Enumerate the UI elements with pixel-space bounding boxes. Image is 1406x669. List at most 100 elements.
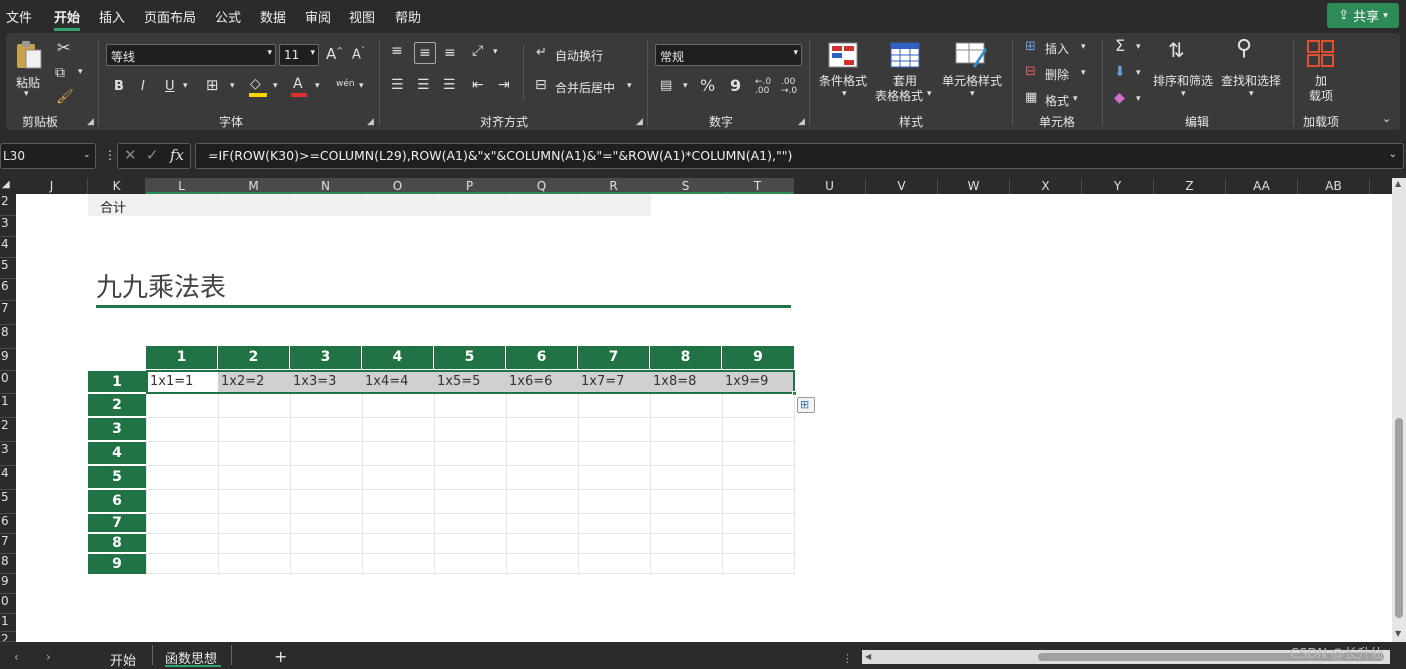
column-header[interactable]: T (722, 178, 794, 194)
column-header[interactable]: L (146, 178, 218, 194)
column-header[interactable]: K (88, 178, 146, 194)
phonetic-icon[interactable]: wén (336, 80, 355, 89)
insert-function-button[interactable]: fx (170, 148, 184, 163)
column-header[interactable]: AB (1298, 178, 1370, 194)
font-color-icon[interactable]: A (293, 77, 303, 91)
find-select-button[interactable]: 查找和选择 (1221, 72, 1281, 89)
column-header[interactable]: W (938, 178, 1010, 194)
orientation-icon[interactable]: ⤢ (472, 44, 483, 58)
increase-indent-icon[interactable]: ⇥ (498, 78, 510, 92)
dialog-launcher-icon[interactable]: ◢ (798, 117, 805, 127)
menu-insert[interactable]: 插入 (99, 7, 125, 26)
border-icon[interactable]: ⊞ (206, 78, 219, 93)
chevron-down-icon[interactable]: ▾ (1249, 90, 1254, 99)
menu-page-layout[interactable]: 页面布局 (144, 7, 196, 26)
chevron-down-icon[interactable]: ▾ (1073, 95, 1078, 104)
add-sheet-button[interactable]: + (274, 647, 287, 666)
merge-center-button[interactable]: 合并后居中 (555, 79, 615, 96)
sheet-tab[interactable]: 开始 (110, 650, 136, 669)
sort-filter-button[interactable]: 排序和筛选 (1153, 72, 1213, 89)
quick-analysis-button[interactable]: ⊞ (797, 397, 815, 413)
menu-review[interactable]: 审阅 (305, 7, 331, 26)
underline-button[interactable]: U (165, 80, 175, 93)
table-col-header[interactable]: 5 (434, 346, 506, 369)
table-col-header[interactable]: 3 (290, 346, 362, 369)
vertical-scroll-thumb[interactable] (1395, 418, 1403, 618)
chevron-down-icon[interactable]: ▾ (627, 82, 632, 91)
table-col-header[interactable]: 9 (722, 346, 794, 369)
column-header[interactable]: V (866, 178, 938, 194)
addins-button[interactable]: 载项 (1309, 87, 1333, 104)
column-header[interactable]: X (1010, 178, 1082, 194)
accounting-format-icon[interactable]: ▤ (660, 79, 672, 92)
table-cell[interactable]: 1x7=7 (581, 372, 651, 392)
increase-font-icon[interactable]: A^ (326, 47, 343, 62)
chevron-down-icon[interactable]: ▾ (1081, 69, 1086, 78)
row-header[interactable]: 4 (0, 466, 16, 490)
number-format-select[interactable]: 常规 ▾ (655, 44, 802, 66)
column-header[interactable]: N (290, 178, 362, 194)
chevron-down-icon[interactable]: ▾ (842, 90, 847, 99)
more-options-icon[interactable]: ⋮ (842, 653, 853, 664)
table-col-header[interactable]: 8 (650, 346, 722, 369)
column-header[interactable]: M (218, 178, 290, 194)
format-cells-button[interactable]: 格式 (1045, 92, 1069, 109)
table-col-header[interactable]: 2 (218, 346, 290, 369)
table-row-header[interactable]: 8 (88, 534, 146, 553)
row-header[interactable]: 8 (0, 554, 16, 574)
row-header[interactable]: 9 (0, 349, 16, 371)
row-header[interactable]: 6 (0, 514, 16, 534)
font-name-select[interactable]: 等线 ▾ (106, 44, 276, 66)
italic-button[interactable]: I (141, 80, 145, 93)
worksheet-grid[interactable]: 合计 九九乘法表 1 2 3 4 5 6 7 8 9 1 2 3 4 5 6 7… (16, 194, 1392, 642)
select-all-icon[interactable]: ◢ (2, 180, 10, 190)
column-header[interactable]: R (578, 178, 650, 194)
table-row-header[interactable]: 5 (88, 466, 146, 489)
align-left-icon[interactable]: ☰ (391, 78, 404, 92)
menu-view[interactable]: 视图 (349, 7, 375, 26)
table-col-header[interactable]: 7 (578, 346, 650, 369)
row-header[interactable]: 7 (0, 301, 16, 325)
chevron-down-icon[interactable]: ▾ (230, 82, 235, 91)
decrease-indent-icon[interactable]: ⇤ (472, 78, 484, 92)
table-row-header[interactable]: 7 (88, 514, 146, 533)
chevron-down-icon[interactable]: ▾ (1136, 69, 1141, 78)
vertical-scrollbar[interactable]: ▲ ▼ (1392, 178, 1406, 642)
row-header[interactable]: 1 (0, 614, 16, 632)
table-row-header[interactable]: 3 (88, 418, 146, 441)
chevron-down-icon[interactable]: ▾ (78, 68, 83, 77)
align-middle-button[interactable]: ≡ (414, 42, 436, 64)
table-row-header[interactable]: 1 (88, 371, 146, 393)
column-header[interactable]: Y (1082, 178, 1154, 194)
chevron-down-icon[interactable]: ▾ (1136, 43, 1141, 52)
total-row[interactable] (88, 194, 651, 216)
row-header[interactable]: 0 (0, 594, 16, 614)
dialog-launcher-icon[interactable]: ◢ (636, 117, 643, 127)
decrease-font-icon[interactable]: Aˇ (352, 47, 365, 62)
row-header[interactable]: 3 (0, 442, 16, 466)
row-header[interactable]: 1 (0, 394, 16, 418)
row-header[interactable]: 3 (0, 216, 16, 237)
row-header[interactable]: 2 (0, 418, 16, 442)
column-header[interactable]: Z (1154, 178, 1226, 194)
menu-help[interactable]: 帮助 (395, 7, 421, 26)
table-cell[interactable]: 1x6=6 (509, 372, 579, 392)
total-label[interactable]: 合计 (100, 197, 126, 216)
page-title[interactable]: 九九乘法表 (96, 267, 226, 304)
bold-button[interactable]: B (114, 80, 124, 93)
align-center-icon[interactable]: ☰ (417, 78, 430, 92)
collapse-ribbon-icon[interactable]: ⌄ (1382, 113, 1391, 124)
column-header[interactable]: Q (506, 178, 578, 194)
chevron-down-icon[interactable]: ▾ (493, 48, 498, 57)
chevron-down-icon[interactable]: ▾ (183, 82, 188, 91)
cut-icon[interactable]: ✂ (57, 40, 70, 56)
table-row-header[interactable]: 2 (88, 394, 146, 417)
dialog-launcher-icon[interactable]: ◢ (87, 117, 94, 127)
fill-color-icon[interactable]: ◇ (250, 77, 261, 91)
table-row-header[interactable]: 6 (88, 490, 146, 513)
cell-styles-button[interactable]: 单元格样式 (942, 72, 1002, 89)
chevron-down-icon[interactable]: ▾ (315, 82, 320, 91)
share-button[interactable]: ⇪ 共享 ▾ (1327, 3, 1399, 28)
format-as-table-button[interactable]: 表格格式 (875, 87, 923, 104)
row-header[interactable]: 8 (0, 325, 16, 349)
